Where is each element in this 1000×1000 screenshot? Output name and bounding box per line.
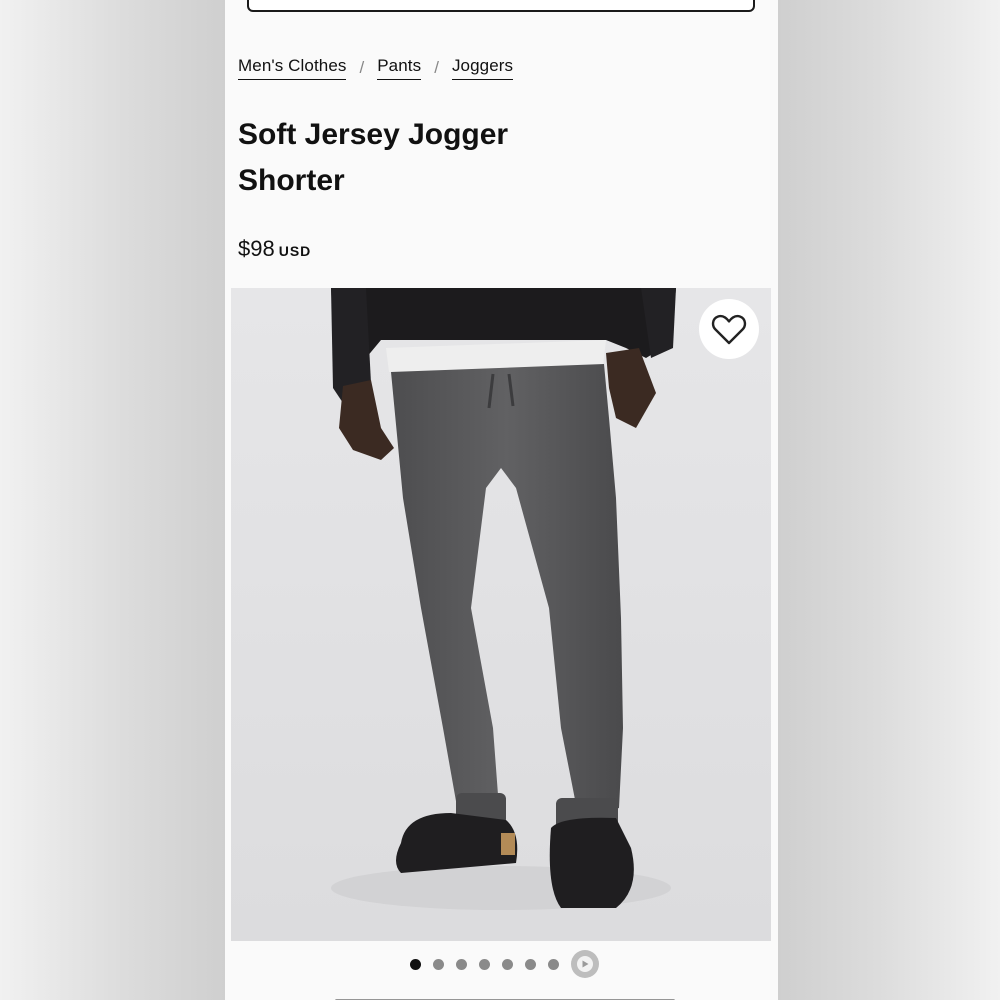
background-left <box>0 0 225 1000</box>
video-thumb-icon <box>577 956 593 972</box>
breadcrumb-pants[interactable]: Pants <box>377 56 422 80</box>
product-image[interactable] <box>231 288 771 941</box>
product-title-line2: Shorter <box>238 164 345 197</box>
gallery-dot-6[interactable] <box>525 958 536 970</box>
price-currency: USD <box>278 243 312 259</box>
heart-icon <box>711 314 747 345</box>
breadcrumb-separator: / <box>359 58 365 77</box>
gallery-dot-1[interactable] <box>410 958 421 970</box>
breadcrumb-mens-clothes[interactable]: Men's Clothes <box>238 56 347 80</box>
breadcrumb: Men's Clothes / Pants / Joggers <box>238 56 514 80</box>
product-page: Men's Clothes / Pants / Joggers Soft Jer… <box>225 0 778 1000</box>
product-title: Soft Jersey Jogger Shorter <box>238 112 568 204</box>
gallery-dot-7[interactable] <box>548 958 559 970</box>
wishlist-button[interactable] <box>699 299 759 359</box>
price-amount: $98 <box>238 236 275 261</box>
gallery-dot-5[interactable] <box>502 958 513 970</box>
gallery-video-button[interactable] <box>571 950 599 978</box>
product-photo <box>231 288 771 941</box>
breadcrumb-joggers[interactable]: Joggers <box>451 56 514 80</box>
description-cutoff <box>335 990 675 1000</box>
background-right <box>778 0 1000 1000</box>
product-price: $98 USD <box>238 236 311 262</box>
breadcrumb-separator: / <box>434 58 439 77</box>
product-title-line1: Soft Jersey Jogger <box>238 118 509 151</box>
gallery-dot-3[interactable] <box>456 958 467 970</box>
gallery-dot-2[interactable] <box>433 958 444 970</box>
gallery-dot-4[interactable] <box>479 958 490 970</box>
search-input[interactable] <box>247 0 755 12</box>
gallery-pagination <box>225 950 778 978</box>
